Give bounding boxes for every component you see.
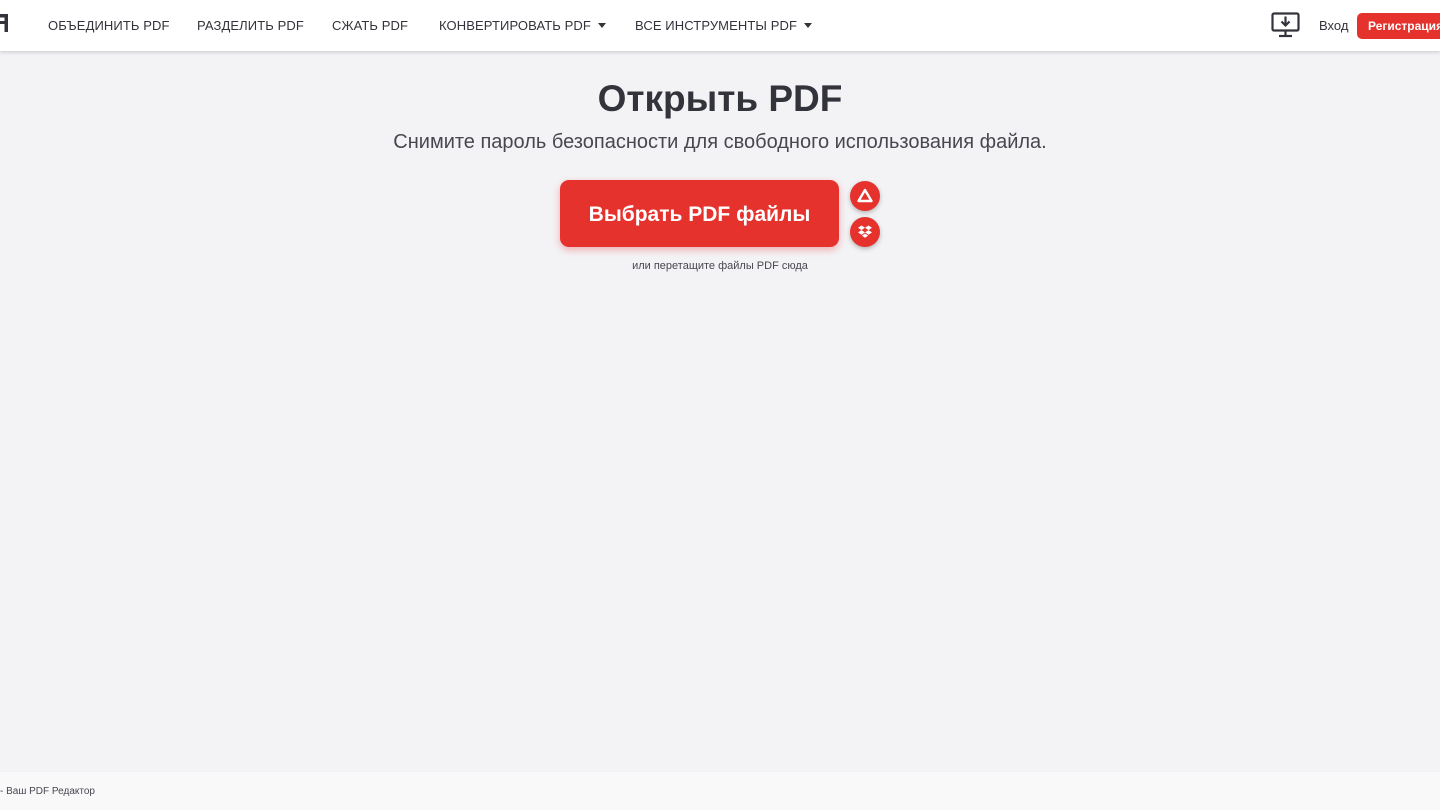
nav-split-pdf[interactable]: РАЗДЕЛИТЬ PDF	[197, 0, 304, 51]
nav-split-pdf-label: РАЗДЕЛИТЬ PDF	[197, 18, 304, 33]
nav-all-pdf-tools-label: ВСЕ ИНСТРУМЕНТЫ PDF	[635, 18, 798, 33]
nav-merge-pdf[interactable]: ОБЪЕДИНИТЬ PDF	[48, 0, 170, 51]
signup-button[interactable]: Регистрация	[1357, 13, 1440, 39]
logo-icon[interactable]	[0, 14, 8, 32]
nav-convert-pdf-label: КОНВЕРТИРОВАТЬ PDF	[439, 18, 591, 33]
chevron-down-icon	[597, 23, 606, 29]
nav-all-pdf-tools[interactable]: ВСЕ ИНСТРУМЕНТЫ PDF	[635, 0, 813, 51]
google-drive-button[interactable]	[850, 181, 880, 211]
footer: - Ваш PDF Редактор	[0, 772, 1440, 810]
desktop-download-icon[interactable]	[1271, 12, 1300, 38]
page-subtitle: Снимите пароль безопасности для свободно…	[393, 131, 1047, 153]
main-content: Открыть PDF Снимите пароль безопасности …	[0, 51, 1440, 772]
google-drive-icon	[857, 188, 873, 203]
drop-files-hint: или перетащите файлы PDF сюда	[632, 260, 808, 272]
nav-compress-pdf[interactable]: СЖАТЬ PDF	[332, 0, 408, 51]
dropbox-button[interactable]	[850, 217, 880, 247]
nav-compress-pdf-label: СЖАТЬ PDF	[332, 18, 409, 33]
chevron-down-icon	[804, 23, 813, 29]
page-title: Открыть PDF	[597, 78, 843, 119]
nav-convert-pdf[interactable]: КОНВЕРТИРОВАТЬ PDF	[439, 0, 606, 51]
select-pdf-files-button[interactable]: Выбрать PDF файлы	[560, 180, 839, 247]
footer-text: - Ваш PDF Редактор	[0, 786, 95, 797]
login-link[interactable]: Вход	[1319, 0, 1348, 51]
top-navigation-bar: ОБЪЕДИНИТЬ PDF РАЗДЕЛИТЬ PDF СЖАТЬ PDF К…	[0, 0, 1440, 51]
nav-merge-pdf-label: ОБЪЕДИНИТЬ PDF	[48, 18, 170, 33]
dropbox-icon	[858, 225, 872, 238]
